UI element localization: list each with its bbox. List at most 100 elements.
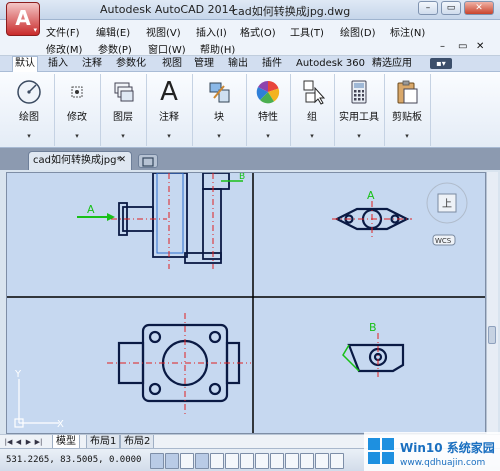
new-tab-icon [142, 157, 154, 167]
title-bar: Autodesk AutoCAD 2014 cad如何转换成jpg.dwg – … [0, 0, 500, 20]
application-menu-button[interactable]: A ▾ [6, 2, 40, 36]
tab-manage[interactable]: 管理 [192, 57, 216, 71]
chevron-down-icon[interactable]: ▾ [334, 132, 384, 140]
group-label: 块 [214, 112, 224, 123]
tab-annotate[interactable]: 注释 [80, 57, 104, 71]
next-layout-button[interactable]: ▶ [24, 437, 33, 447]
object-snap-tracking-button[interactable] [240, 453, 254, 469]
transparency-button[interactable] [300, 453, 314, 469]
viewcube-face: 上 [442, 198, 452, 210]
menu-edit[interactable]: 编辑(E) [96, 24, 130, 39]
ribbon-options-button[interactable]: ▪▾ [430, 58, 452, 69]
menu-help[interactable]: 帮助(H) [200, 41, 235, 56]
wcs-label: WCS [435, 237, 452, 245]
tab-autodesk-360[interactable]: Autodesk 360 [294, 57, 367, 71]
close-icon[interactable]: ✕ [118, 152, 126, 169]
menu-window[interactable]: 窗口(W) [148, 41, 186, 56]
group-icon [303, 80, 326, 105]
polar-tracking-button[interactable] [195, 453, 209, 469]
ribbon-group-layers[interactable]: 图层 ▾ [100, 74, 147, 146]
doc-minimize-button[interactable]: – [440, 41, 445, 52]
dynamic-input-button[interactable] [270, 453, 284, 469]
ribbon-group-draw[interactable]: 绘图 ▾ [4, 74, 55, 146]
tab-featured-apps[interactable]: 精选应用 [370, 57, 414, 71]
group-label: 修改 [67, 112, 87, 123]
scrollbar-thumb[interactable] [488, 326, 496, 344]
chevron-down-icon[interactable]: ▾ [246, 132, 290, 140]
quick-properties-button[interactable] [315, 453, 329, 469]
tab-layout1[interactable]: 布局1 [86, 435, 121, 449]
tab-output[interactable]: 输出 [226, 57, 250, 71]
ribbon-tab-bar: 默认 插入 注释 参数化 视图 管理 输出 插件 Autodesk 360 精选… [0, 56, 500, 73]
object-snap-button[interactable] [210, 453, 224, 469]
menu-tools[interactable]: 工具(T) [290, 24, 324, 39]
tab-plugins[interactable]: 插件 [260, 57, 284, 71]
menu-insert[interactable]: 插入(I) [196, 24, 227, 39]
section-label-b: B [369, 321, 377, 334]
menu-modify[interactable]: 修改(M) [46, 41, 82, 56]
drawing-canvas[interactable]: A B A 上 WCS B Y X [6, 172, 486, 434]
ribbon-group-block[interactable]: 块 ▾ [192, 74, 247, 146]
chevron-down-icon[interactable]: ▾ [54, 132, 100, 140]
menu-format[interactable]: 格式(O) [240, 24, 276, 39]
ucs-x-label: X [57, 419, 64, 430]
dynamic-ucs-button[interactable] [255, 453, 269, 469]
ribbon-group-annotation[interactable]: A 注释 ▾ [146, 74, 193, 146]
tab-parametric[interactable]: 参数化 [114, 57, 148, 71]
ortho-mode-button[interactable] [180, 453, 194, 469]
menu-draw[interactable]: 绘图(D) [340, 24, 376, 39]
group-label: 组 [307, 112, 317, 123]
snap-mode-button[interactable] [150, 453, 164, 469]
new-tab-button[interactable] [138, 154, 158, 168]
menu-parametric[interactable]: 参数(P) [98, 41, 132, 56]
chevron-down-icon[interactable]: ▾ [384, 132, 430, 140]
ribbon-group-clipboard[interactable]: 剪贴板 ▾ [384, 74, 431, 146]
chevron-down-icon[interactable]: ▾ [192, 132, 246, 140]
group-label: 实用工具 [339, 112, 379, 123]
tab-default[interactable]: 默认 [12, 56, 38, 73]
menu-file[interactable]: 文件(F) [46, 24, 80, 39]
tab-view[interactable]: 视图 [160, 57, 184, 71]
watermark: Win10 系统家园 www.qdhuajin.com [364, 432, 500, 471]
watermark-brand: Win10 系统家园 [400, 440, 495, 455]
ribbon-group-modify[interactable]: 修改 ▾ [54, 74, 101, 146]
viewcube[interactable]: 上 WCS [426, 182, 468, 246]
menu-view[interactable]: 视图(V) [146, 24, 181, 39]
menu-bar: 文件(F) 编辑(E) 视图(V) 插入(I) 格式(O) 工具(T) 绘图(D… [0, 20, 500, 56]
first-layout-button[interactable]: |◀ [4, 437, 13, 447]
doc-close-button[interactable]: ✕ [476, 41, 484, 52]
section-label-b-top: B [239, 173, 245, 182]
vertical-scrollbar[interactable] [486, 172, 498, 434]
layers-icon [114, 82, 134, 102]
document-title: cad如何转换成jpg.dwg [232, 5, 351, 18]
close-button[interactable]: ✕ [464, 1, 494, 15]
prev-layout-button[interactable]: ◀ [14, 437, 23, 447]
ribbon-group-utilities[interactable]: 实用工具 ▾ [334, 74, 385, 146]
menu-dimension[interactable]: 标注(N) [390, 24, 425, 39]
ribbon-group-properties[interactable]: 特性 ▾ [246, 74, 291, 146]
chevron-down-icon[interactable]: ▾ [4, 132, 54, 140]
chevron-down-icon[interactable]: ▾ [290, 132, 334, 140]
grid-display-button[interactable] [165, 453, 179, 469]
ucs-icon [14, 379, 59, 428]
chevron-down-icon[interactable]: ▾ [146, 132, 192, 140]
coordinate-readout[interactable]: 531.2265, 83.5005, 0.0000 [6, 455, 141, 465]
ribbon-group-group[interactable]: 组 ▾ [290, 74, 335, 146]
selection-cycling-button[interactable] [330, 453, 344, 469]
group-label: 绘图 [19, 112, 39, 123]
document-tab[interactable]: cad如何转换成jpg* ✕ [28, 151, 132, 170]
minimize-button[interactable]: – [418, 1, 438, 15]
3d-object-snap-button[interactable] [225, 453, 239, 469]
document-tab-bar: cad如何转换成jpg* ✕ [0, 148, 500, 170]
lineweight-button[interactable] [285, 453, 299, 469]
last-layout-button[interactable]: ▶| [34, 437, 43, 447]
tab-insert[interactable]: 插入 [46, 57, 70, 71]
doc-restore-button[interactable]: ▭ [458, 41, 467, 52]
tab-layout2[interactable]: 布局2 [120, 435, 155, 449]
chevron-down-icon[interactable]: ▾ [100, 132, 146, 140]
tab-model[interactable]: 模型 [52, 435, 80, 449]
ribbon-panel: 绘图 ▾ 修改 ▾ 图层 ▾ A 注释 ▾ 块 ▾ 特性 ▾ 组 ▾ 实用工具 … [0, 72, 500, 148]
clipboard-icon [397, 80, 418, 104]
restore-button[interactable]: ▭ [441, 1, 461, 15]
annotation-icon: A [160, 77, 178, 107]
